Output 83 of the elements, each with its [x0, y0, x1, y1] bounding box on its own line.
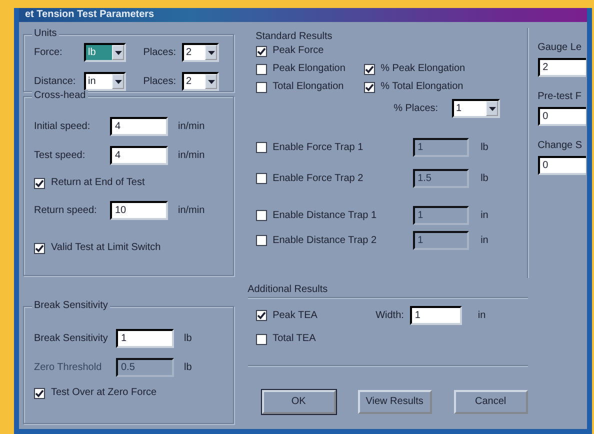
dropdown-arrow-button[interactable]: [205, 74, 217, 89]
checkbox-label: % Total Elongation: [380, 81, 464, 93]
unit-label: in: [478, 310, 486, 322]
field-label: Pre-test F: [538, 91, 582, 103]
checkbox[interactable]: [34, 242, 45, 254]
input-field[interactable]: 0: [538, 156, 586, 175]
field-label: Initial speed:: [34, 120, 92, 132]
checkbox[interactable]: [364, 82, 375, 92]
input-field[interactable]: 2: [538, 58, 586, 77]
input-field[interactable]: 0: [538, 107, 586, 126]
dropdown-arrow-button[interactable]: [486, 101, 498, 116]
checkbox-label: Total TEA: [272, 333, 316, 345]
check-icon: [256, 311, 266, 320]
dropdown[interactable]: 1: [452, 99, 500, 118]
input-field[interactable]: 10: [110, 201, 168, 220]
dropdown[interactable]: lb: [84, 43, 126, 62]
dropdown-arrow-button[interactable]: [205, 45, 217, 60]
field-label: Distance:: [34, 76, 77, 88]
unit-label: in/min: [178, 204, 205, 216]
checkbox[interactable]: [34, 388, 45, 398]
check-icon: [256, 46, 266, 56]
checkbox-label: Return at End of Test: [51, 177, 145, 189]
checkbox[interactable]: [256, 82, 267, 92]
unit-label: lb: [184, 332, 192, 344]
check-icon: [35, 244, 44, 252]
caret-icon: [208, 80, 214, 84]
field-label: Break Sensitivity: [34, 332, 109, 344]
checkbox-label: Valid Test at Limit Switch: [51, 242, 161, 254]
button[interactable]: View Results: [358, 390, 432, 414]
field-label: Places:: [142, 46, 176, 58]
check-icon: [35, 388, 44, 398]
unit-label: in/min: [178, 120, 205, 132]
unit-label: in/min: [178, 150, 205, 162]
input-field[interactable]: 1: [116, 329, 174, 348]
checkbox-label: Peak Force: [272, 45, 324, 57]
group-label: Standard Results: [256, 31, 334, 43]
field-label: Width:: [376, 310, 404, 322]
field-label: Places:: [142, 76, 176, 88]
unit-label: lb: [184, 362, 192, 374]
button[interactable]: OK: [262, 390, 336, 414]
group-label: Break Sensitivity: [32, 300, 110, 312]
checkbox-label: Enable Distance Trap 1: [272, 210, 378, 222]
button[interactable]: Cancel: [454, 390, 528, 414]
caret-icon: [208, 50, 214, 54]
checkbox-label: Total Elongation: [272, 81, 344, 93]
dropdown-arrow-button[interactable]: [112, 45, 124, 60]
checkbox[interactable]: [256, 334, 267, 344]
field-label: Force:: [34, 46, 64, 58]
unit-label: lb: [480, 142, 488, 154]
checkbox[interactable]: [256, 310, 267, 321]
dropdown[interactable]: 2: [182, 72, 219, 91]
input-field[interactable]: 4: [110, 117, 168, 136]
field-label: Zero Threshold: [34, 362, 103, 374]
field-label: Change S: [538, 140, 584, 152]
unit-label: lb: [480, 172, 488, 184]
checkbox-label: Enable Distance Trap 2: [272, 234, 378, 246]
group-label: Additional Results: [248, 284, 328, 296]
field-label: Gauge Le: [538, 42, 583, 54]
dropdown[interactable]: 2: [182, 43, 219, 62]
field-label: Test speed:: [34, 150, 86, 162]
checkbox[interactable]: [256, 46, 267, 56]
unit-label: in: [480, 234, 488, 246]
checkbox-label: Peak TEA: [272, 310, 318, 322]
checkbox[interactable]: [256, 64, 267, 74]
input-field[interactable]: 4: [110, 146, 168, 165]
caret-icon: [488, 106, 496, 110]
field-label: % Places:: [394, 102, 438, 114]
checkbox[interactable]: [34, 178, 45, 188]
dropdown-arrow-button[interactable]: [112, 74, 124, 89]
checkbox-label: Peak Elongation: [272, 63, 346, 75]
dropdown[interactable]: in: [84, 72, 126, 91]
check-icon: [35, 178, 44, 188]
checkbox-label: Enable Force Trap 1: [272, 142, 364, 154]
checkbox-label: % Peak Elongation: [380, 63, 466, 75]
unit-label: in: [480, 210, 488, 222]
checkbox[interactable]: [364, 64, 375, 74]
window-title: et Tension Test Parameters: [19, 8, 587, 22]
field-label: Return speed:: [34, 204, 98, 216]
caret-icon: [114, 80, 122, 84]
caret-icon: [114, 50, 122, 54]
checkbox-label: Enable Force Trap 2: [272, 172, 364, 184]
checkbox-label: Test Over at Zero Force: [51, 387, 157, 399]
input-field[interactable]: 1: [410, 306, 462, 325]
